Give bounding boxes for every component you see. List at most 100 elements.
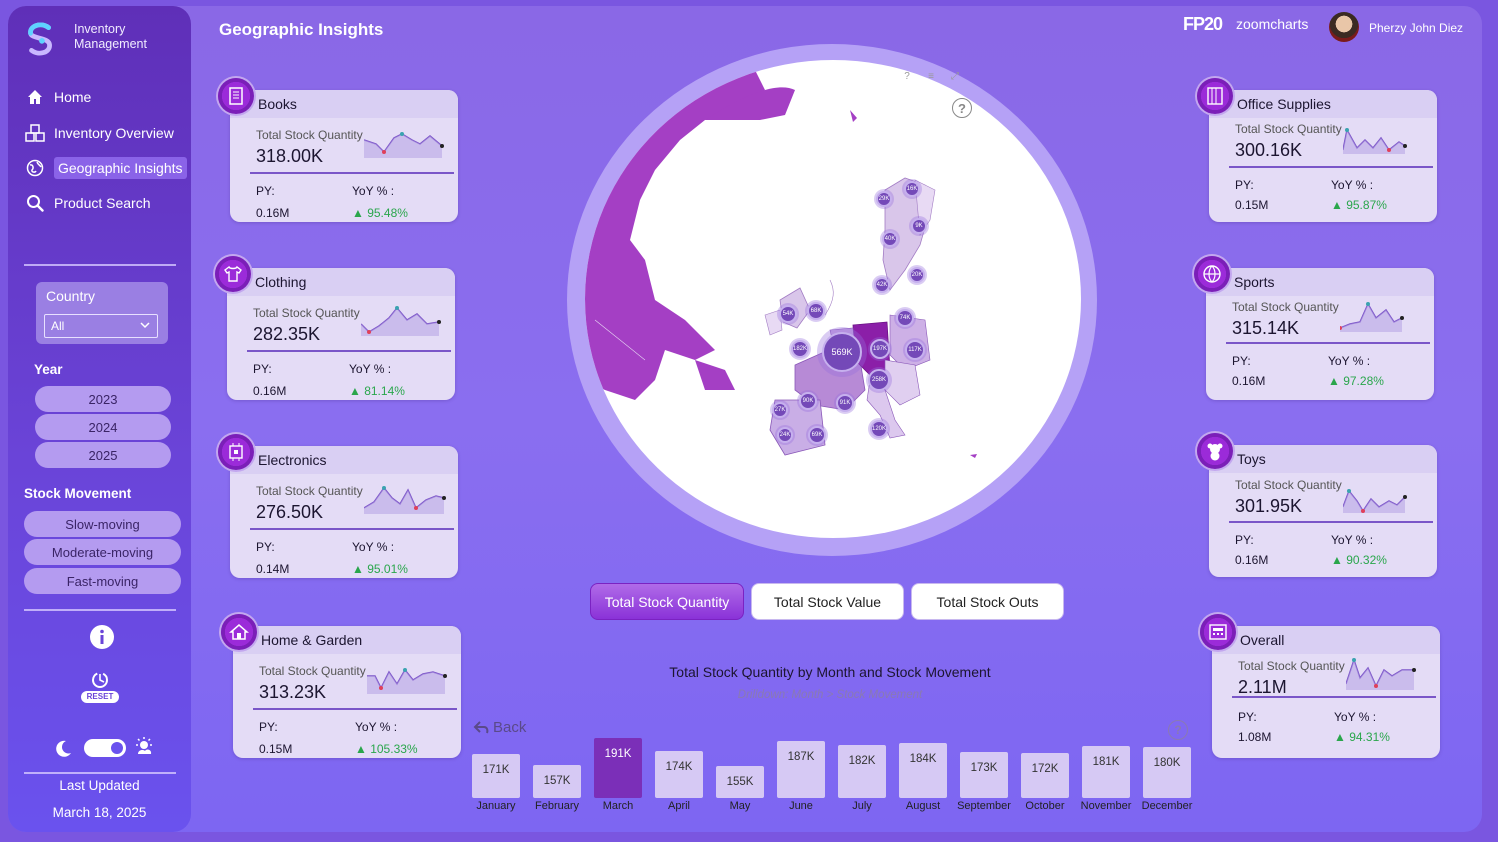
- map-bubble[interactable]: 74K: [896, 309, 914, 327]
- bar-april[interactable]: [655, 751, 703, 798]
- nav-item-inventory-overview[interactable]: Inventory Overview: [22, 121, 174, 145]
- bar-value-label: 173K: [970, 762, 998, 774]
- card-yoy-label: YoY % :: [352, 184, 395, 198]
- help-icon[interactable]: ?: [898, 68, 916, 84]
- year-option-2023[interactable]: 2023: [35, 386, 171, 412]
- x-tick-label: June: [789, 800, 813, 812]
- card-metric-label: Total Stock Quantity: [256, 128, 363, 142]
- bar-june[interactable]: [777, 741, 825, 798]
- avatar[interactable]: [1329, 12, 1359, 42]
- stock-movement-label: Stock Movement: [24, 486, 132, 501]
- nav-label: Inventory Overview: [54, 125, 174, 141]
- metric-total-stock-quantity[interactable]: Total Stock Quantity: [590, 583, 744, 620]
- card-title: Sports: [1234, 274, 1275, 290]
- map-bubble[interactable]: 197K: [870, 339, 890, 359]
- metric-total-stock-outs[interactable]: Total Stock Outs: [911, 583, 1064, 620]
- reset-label: RESET: [81, 691, 119, 703]
- map-bubble[interactable]: 29K: [876, 191, 892, 207]
- book-icon: [218, 78, 254, 114]
- map-globe[interactable]: 16K 29K 9K 40K 20K 42K 74K 54K 68K 569K 197K 117K 18…: [585, 60, 1081, 538]
- kpi-card-clothing[interactable]: Clothing Total Stock Quantity 282.35K PY…: [215, 256, 455, 400]
- card-py-label: PY:: [253, 362, 272, 376]
- kpi-card-electronics[interactable]: Electronics Total Stock Quantity 276.50K…: [218, 434, 458, 578]
- kpi-card-office-supplies[interactable]: Office Supplies Total Stock Quantity 300…: [1197, 78, 1437, 222]
- card-metric-label: Total Stock Quantity: [1232, 300, 1339, 314]
- country-dropdown[interactable]: All: [44, 314, 158, 338]
- filter-icon[interactable]: ≡: [922, 68, 940, 84]
- map-bubble[interactable]: 90K: [799, 392, 817, 410]
- card-yoy-value: ▲ 95.01%: [352, 562, 408, 576]
- card-title: Home & Garden: [261, 632, 363, 648]
- card-py-label: PY:: [1232, 354, 1251, 368]
- kpi-card-toys[interactable]: Toys Total Stock Quantity 301.95K PY: 0.…: [1197, 433, 1437, 577]
- movement-slow[interactable]: Slow-moving: [24, 511, 181, 537]
- moon-icon: [56, 740, 71, 757]
- card-value: 315.14K: [1232, 318, 1300, 338]
- card-metric-label: Total Stock Quantity: [1238, 659, 1345, 673]
- year-option-2025[interactable]: 2025: [35, 442, 171, 468]
- map-bubble[interactable]: 54K: [779, 305, 797, 323]
- bar-january[interactable]: [472, 754, 520, 798]
- map-bubble[interactable]: 24K: [777, 427, 793, 443]
- map-bubble[interactable]: 91K: [836, 394, 854, 412]
- year-option-2024[interactable]: 2024: [35, 414, 171, 440]
- kpi-card-home-garden[interactable]: Home & Garden Total Stock Quantity 313.2…: [221, 614, 461, 758]
- boxes-icon: [24, 123, 46, 143]
- bar-september[interactable]: [960, 752, 1008, 798]
- sparkline: [1343, 489, 1407, 513]
- card-metric-label: Total Stock Quantity: [1235, 122, 1342, 136]
- map-bubble[interactable]: 16K: [904, 181, 920, 197]
- bar-value-label: 181K: [1092, 756, 1120, 768]
- bar-march[interactable]: [594, 738, 642, 798]
- stock-quantity-bar-chart: 171K January 157K February 191K March 174K Apri…: [460, 720, 1200, 820]
- metric-total-stock-value[interactable]: Total Stock Value: [751, 583, 904, 620]
- kpi-card-sports[interactable]: Sports Total Stock Quantity 315.14K PY: …: [1194, 256, 1434, 400]
- kpi-card-books[interactable]: Books Total Stock Quantity 318.00K PY: 0…: [218, 78, 458, 222]
- map-bubble[interactable]: 117K: [905, 340, 925, 360]
- bar-november[interactable]: [1082, 746, 1130, 798]
- card-value: 282.35K: [253, 324, 321, 344]
- map-bubble[interactable]: 9K: [911, 218, 927, 234]
- sidebar-divider: [24, 264, 176, 266]
- map-toolbar: ? ≡ ⤢: [898, 68, 964, 84]
- reset-button[interactable]: RESET: [81, 670, 119, 704]
- sparkline: [364, 486, 446, 514]
- card-title: Clothing: [255, 274, 307, 290]
- kpi-card-overall[interactable]: Overall Total Stock Quantity 2.11M PY: 1…: [1200, 614, 1440, 758]
- bar-august[interactable]: [899, 743, 947, 798]
- map-bubble[interactable]: 69K: [808, 426, 826, 444]
- brand-logo-zoomcharts: zoomcharts: [1236, 16, 1309, 32]
- map-bubble[interactable]: 20K: [909, 267, 925, 283]
- map-bubble[interactable]: 569K: [822, 332, 862, 372]
- shirt-icon: [215, 256, 251, 292]
- card-title: Overall: [1240, 632, 1285, 648]
- nav-item-home[interactable]: Home: [22, 85, 91, 109]
- nav-item-product-search[interactable]: Product Search: [22, 191, 151, 215]
- card-divider: [1232, 696, 1436, 698]
- map-bubble[interactable]: 42K: [874, 277, 890, 293]
- logo-icon: [28, 22, 52, 56]
- x-tick-label: January: [476, 800, 516, 812]
- bar-july[interactable]: [838, 745, 886, 798]
- map-bubble[interactable]: 68K: [807, 302, 825, 320]
- nav-item-geographic-insights[interactable]: Geographic Insights: [22, 156, 187, 180]
- movement-fast[interactable]: Fast-moving: [24, 568, 181, 594]
- nav-label: Product Search: [54, 195, 151, 211]
- info-icon[interactable]: [89, 624, 115, 650]
- card-divider: [253, 708, 457, 710]
- x-tick-label: December: [1141, 800, 1193, 812]
- map-bubble[interactable]: 27K: [772, 402, 788, 418]
- map-bubble[interactable]: 182K: [791, 340, 809, 358]
- theme-toggle[interactable]: [84, 739, 126, 757]
- map-help-icon[interactable]: ?: [952, 98, 972, 118]
- bar-value-label: 191K: [604, 748, 632, 760]
- bar-october[interactable]: [1021, 753, 1069, 798]
- bar-december[interactable]: [1143, 747, 1191, 798]
- map-bubble[interactable]: 258K: [868, 369, 890, 391]
- movement-moderate[interactable]: Moderate-moving: [24, 539, 181, 565]
- card-yoy-label: YoY % :: [1331, 178, 1374, 192]
- map-bubble[interactable]: 120K: [870, 420, 888, 438]
- map-bubble[interactable]: 40K: [882, 231, 898, 247]
- expand-icon[interactable]: ⤢: [946, 68, 964, 84]
- card-divider: [1229, 166, 1433, 168]
